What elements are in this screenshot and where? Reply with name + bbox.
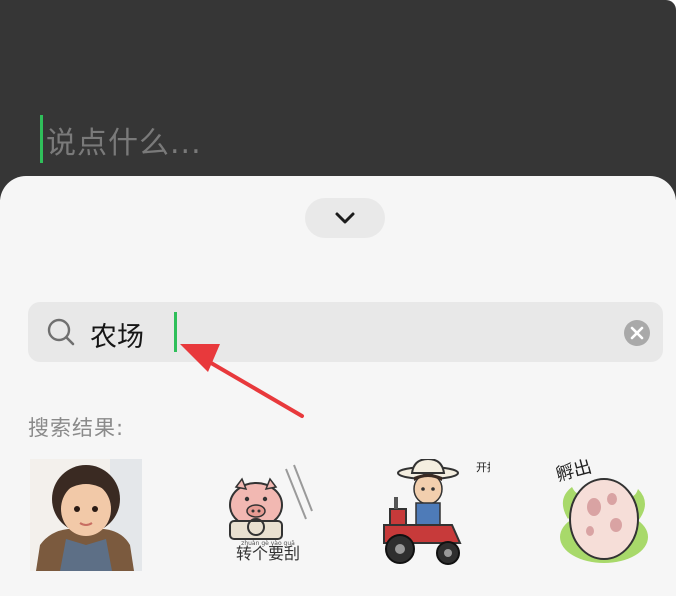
- search-results-label: 搜索结果:: [28, 416, 125, 440]
- child-photo-sticker[interactable]: [30, 459, 142, 571]
- pig-driving-sticker[interactable]: 转个要刮 zhuàn gè yào guā: [212, 459, 324, 571]
- egg-sticker-caption: 孵出: [554, 459, 594, 486]
- tractor-farmer-image: 开拖拉机~: [383, 459, 490, 565]
- chevron-down-icon: [335, 212, 355, 224]
- annotation-arrow-icon: [180, 344, 304, 418]
- egg-hatching-sticker[interactable]: 孵出: [548, 459, 660, 571]
- compose-placeholder: 说点什么...: [46, 126, 202, 161]
- tractor-farmer-sticker[interactable]: 开拖拉机~: [378, 459, 490, 571]
- egg-hatching-image: 孵出: [554, 459, 648, 563]
- child-photo-image: [30, 459, 142, 571]
- clear-icon[interactable]: [623, 319, 651, 347]
- compose-caret: [40, 115, 43, 163]
- search-input-value[interactable]: 农场: [90, 315, 144, 354]
- tractor-sticker-caption: 开拖拉机~: [476, 460, 490, 474]
- sticker-search-field[interactable]: 农场: [28, 302, 663, 362]
- sticker-search-panel: 农场 搜索结果: 转个要刮 zhuàn gè yào guā 开 孵出: [0, 176, 676, 596]
- collapse-panel-button[interactable]: [305, 198, 385, 238]
- search-icon: [47, 318, 75, 346]
- compose-area[interactable]: 说点什么...: [0, 0, 676, 200]
- pig-driving-image: 转个要刮 zhuàn gè yào guā: [229, 464, 313, 563]
- pig-sticker-pinyin: zhuàn gè yào guā: [241, 540, 295, 547]
